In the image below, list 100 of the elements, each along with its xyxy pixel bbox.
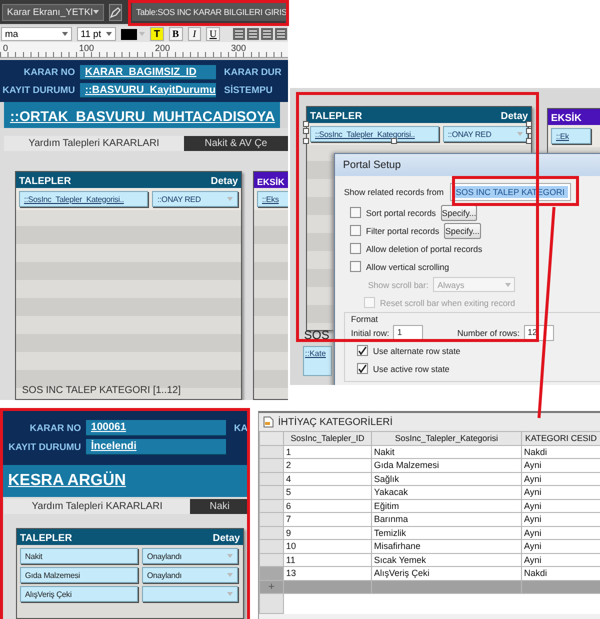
field-value[interactable]: İncelendi xyxy=(86,439,226,455)
field-label: KARAR NO xyxy=(22,66,76,78)
table-cell: Nakdi xyxy=(522,445,600,458)
portal-title: EKSİK xyxy=(257,177,285,187)
checkbox[interactable] xyxy=(350,225,361,236)
column-header[interactable]: SosInc_Talepler_ID xyxy=(284,432,372,445)
caret-icon xyxy=(505,282,512,286)
field-label: KARAR NO xyxy=(28,422,82,434)
checkbox-label: Allow deletion of portal records xyxy=(366,244,482,254)
font-size-select[interactable]: 11 pt xyxy=(76,27,116,41)
format-button[interactable]: B xyxy=(168,27,182,41)
layout-select[interactable]: Karar Ekranı_YETKI xyxy=(2,4,104,20)
field-label: KA xyxy=(233,422,249,434)
color-picker[interactable] xyxy=(121,27,145,41)
align-icon[interactable] xyxy=(233,28,245,40)
checkbox[interactable] xyxy=(350,261,361,272)
align-icon[interactable] xyxy=(275,28,287,40)
table-cell: 9 xyxy=(284,526,372,540)
dropdown-field[interactable]: Onaylandı xyxy=(142,567,238,583)
portal-title: TALEPLER xyxy=(19,176,72,187)
record-title[interactable]: ::ORTAK_BASVURU_MUHTACADISOYA xyxy=(4,102,280,128)
tab[interactable]: Yardım Talepleri KARARLARI xyxy=(4,499,190,514)
dropdown-field[interactable] xyxy=(142,586,238,602)
caret-icon xyxy=(227,197,233,201)
table-cell: Nakit xyxy=(372,445,522,458)
font-select[interactable]: ma xyxy=(1,27,72,41)
field-input[interactable]: AlışVeriş Çeki xyxy=(20,586,138,602)
caret-icon xyxy=(62,32,68,36)
table-cell: 6 xyxy=(284,499,372,512)
table-cell: 2 xyxy=(284,458,372,472)
field-input[interactable]: ::ONAY RED xyxy=(442,126,528,142)
format-button[interactable]: T xyxy=(150,27,164,41)
table-cell: AlışVeriş Çeki xyxy=(372,566,522,580)
format-button[interactable]: I xyxy=(188,27,202,41)
caret-icon xyxy=(106,32,112,36)
checkbox-label: Allow vertical scrolling xyxy=(366,262,450,272)
field-label: Initial row: xyxy=(351,328,390,338)
field-value[interactable]: 100061 xyxy=(86,420,226,436)
table-cell: Ayni xyxy=(522,499,600,512)
field-input[interactable]: Nakit xyxy=(20,548,138,564)
field-label: SİSTEMPU xyxy=(223,84,274,96)
align-icon[interactable] xyxy=(261,28,273,40)
table-cell: Ayni xyxy=(522,458,600,472)
tab[interactable]: Naki xyxy=(190,499,249,514)
table-cell: 10 xyxy=(284,540,372,553)
portal-title: TALEPLER xyxy=(310,111,362,122)
field-input[interactable]: Gıda Malzemesi xyxy=(20,567,138,583)
dropdown-field[interactable]: Onaylandı xyxy=(142,548,238,564)
field-label: KAYIT DURUMU xyxy=(2,84,76,96)
table-label: Table:SOS INC KARAR BILGILERI GIRIS xyxy=(132,3,288,21)
table-cell: Sağlık xyxy=(372,472,522,486)
select-label: Show scroll bar: xyxy=(368,280,428,290)
field-value[interactable]: KARAR_BAGIMSIZ_ID xyxy=(80,64,216,80)
field-input[interactable]: ::Eks xyxy=(257,191,288,207)
specify-button[interactable]: Specify... xyxy=(444,222,481,238)
caret-icon xyxy=(227,592,233,596)
tab[interactable]: Nakit & AV Çe xyxy=(184,136,288,151)
checkbox[interactable] xyxy=(350,207,361,218)
field-input[interactable]: ::Kate xyxy=(303,346,332,376)
checkbox[interactable] xyxy=(357,345,368,356)
caret-icon xyxy=(227,573,233,577)
field-input[interactable]: ::Ek xyxy=(551,128,591,144)
field-input[interactable]: ::SosInc_Talepler_Kategorisi.. xyxy=(310,126,439,142)
table-cell: Ayni xyxy=(522,553,600,566)
format-button[interactable]: U xyxy=(206,27,220,41)
detail-link[interactable]: Detay xyxy=(212,533,240,544)
edit-button[interactable] xyxy=(109,4,122,20)
field-value[interactable]: ::BASVURU_KayitDurumu xyxy=(80,82,216,98)
align-icon[interactable] xyxy=(247,28,259,40)
checkbox[interactable] xyxy=(357,363,368,374)
resize-handle[interactable] xyxy=(391,138,397,144)
checkbox-label: Filter portal records xyxy=(366,226,440,236)
table-cell: 11 xyxy=(284,553,372,566)
field-label: KARAR DUR xyxy=(223,66,283,78)
column-header[interactable]: SosInc_Talepler_Kategorisi xyxy=(372,432,522,445)
ruler-label: 200 xyxy=(155,43,170,53)
field-input[interactable]: ::ONAY RED xyxy=(152,191,238,207)
detail-link[interactable]: Detay xyxy=(500,111,528,122)
caret-icon xyxy=(93,10,100,14)
specify-button[interactable]: Specify... xyxy=(440,204,478,220)
detail-link[interactable]: Detay xyxy=(210,176,238,187)
portal-title: TALEPLER xyxy=(20,533,72,544)
document-icon xyxy=(263,416,274,428)
portal-title: EKSİK xyxy=(551,113,582,124)
ruler-label: 100 xyxy=(79,43,94,53)
table-cell: Nakdi xyxy=(522,566,600,580)
column-header[interactable]: KATEGORI CESID xyxy=(522,432,600,445)
table-cell: Ayni xyxy=(522,526,600,540)
checkbox[interactable] xyxy=(350,243,361,254)
checkbox-label: Reset scroll bar when exiting record xyxy=(380,298,516,308)
table-cell: Misafirhane xyxy=(372,540,522,553)
source-label: Show related records from xyxy=(344,187,444,197)
ruler-label: 300 xyxy=(231,43,246,53)
table-cell: Temizlik xyxy=(372,526,522,540)
tab[interactable]: Yardım Talepleri KARARLARI xyxy=(4,136,184,151)
field-label: Number of rows: xyxy=(457,328,520,338)
record-title[interactable]: KESRA ARGÜN xyxy=(0,465,249,497)
dialog-title: Portal Setup xyxy=(335,154,600,176)
table-cell: Ayni xyxy=(522,512,600,526)
field-input[interactable]: ::SosInc_Talepler_Kategorisi.. xyxy=(19,191,148,207)
